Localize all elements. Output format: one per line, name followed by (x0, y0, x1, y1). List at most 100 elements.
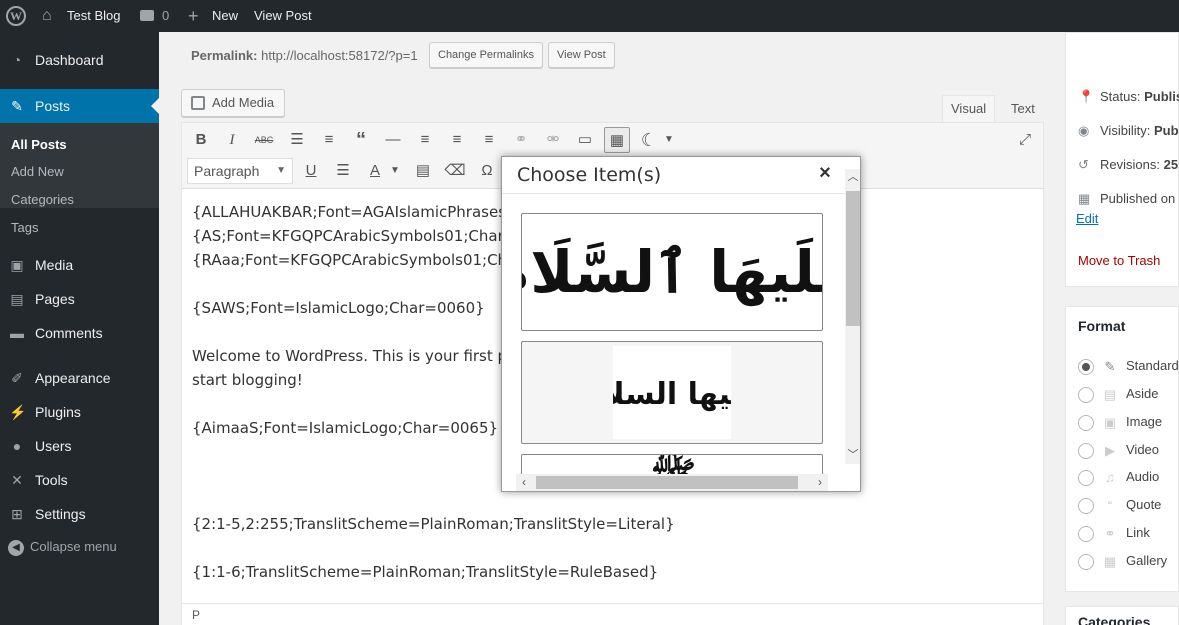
fullscreen-icon[interactable]: ⤢ (1012, 127, 1038, 153)
scroll-right-icon[interactable]: › (812, 474, 828, 491)
sidebar-item-media[interactable]: ▣ Media (0, 248, 159, 282)
special-character-icon[interactable]: Ω (474, 158, 500, 184)
horizontal-scrollbar[interactable]: ‹ › (516, 474, 828, 491)
site-name-link[interactable]: Test Blog (67, 0, 120, 32)
permalink-row: Permalink: http://localhost:58172/?p=1 (191, 46, 418, 66)
status-label: Status: (1100, 89, 1141, 104)
strikethrough-button[interactable]: ABC (251, 127, 277, 153)
read-more-icon[interactable]: ▭ (572, 127, 598, 153)
radio-button[interactable] (1078, 525, 1094, 542)
collapse-arrow-icon: ◀ (8, 539, 24, 556)
format-option-standard[interactable]: ✎ Standard (1078, 357, 1179, 375)
tab-visual[interactable]: Visual (942, 95, 996, 123)
view-post-button[interactable]: View Post (548, 42, 615, 68)
item-option[interactable]: عَلَيهَا ٱلسَّلَامُ (502, 213, 856, 331)
format-option-audio[interactable]: ♫ Audio (1078, 468, 1159, 486)
submenu-add-new[interactable]: Add New (11, 164, 64, 179)
bullet-list-icon[interactable]: ☰ (284, 127, 310, 153)
item-option[interactable]: عليها السلام (521, 341, 823, 444)
sidebar-item-tools[interactable]: ✕ Tools (0, 463, 159, 497)
sidebar-item-appearance[interactable]: ✐ Appearance (0, 361, 159, 395)
change-permalinks-button[interactable]: Change Permalinks (429, 42, 543, 68)
format-option-link[interactable]: ⚭ Link (1078, 524, 1150, 542)
revisions-value: 25 (1163, 157, 1179, 172)
format-option-image[interactable]: ▣ Image (1078, 413, 1162, 431)
format-option-label: Gallery (1126, 553, 1168, 568)
radio-button[interactable] (1078, 469, 1094, 486)
bold-button[interactable]: B (188, 127, 214, 153)
sidebar-item-pages[interactable]: ▤ Pages (0, 282, 159, 316)
edit-date-link[interactable]: Edit (1076, 211, 1098, 226)
content-line[interactable]: {1:1-6;TranslitScheme=PlainRoman;Transli… (192, 563, 1032, 581)
wordpress-logo-icon[interactable]: W (6, 6, 26, 26)
tab-text[interactable]: Text (1002, 95, 1044, 123)
scroll-up-icon[interactable]: ︿ (845, 169, 860, 185)
scrollbar-thumb[interactable] (536, 476, 798, 489)
align-left-icon[interactable]: ≡ (412, 127, 438, 153)
user-icon: ● (12, 438, 22, 454)
settings-icon: ⊞ (11, 506, 23, 522)
sidebar-item-dashboard[interactable]: ◔ Dashboard (0, 43, 159, 77)
chevron-down-icon[interactable]: ▼ (388, 158, 402, 184)
italic-button[interactable]: I (219, 127, 245, 153)
numbered-list-icon[interactable]: ≡ (316, 127, 342, 153)
dashboard-icon: ◔ (12, 52, 22, 68)
align-right-icon[interactable]: ≡ (476, 127, 502, 153)
add-media-button[interactable]: Add Media (181, 89, 285, 117)
justify-icon[interactable]: ☰ (330, 158, 356, 184)
plugin-icon: ⚡ (9, 404, 27, 420)
unlink-icon[interactable]: ⚮ (540, 127, 566, 153)
radio-button[interactable] (1078, 358, 1094, 375)
blockquote-icon[interactable]: “ (348, 127, 374, 153)
link-icon[interactable]: ⚭ (508, 127, 534, 153)
format-option-video[interactable]: ▶ Video (1078, 441, 1159, 459)
permalink-url[interactable]: http://localhost:58172/?p=1 (261, 48, 417, 63)
quote-icon: “ (1107, 497, 1113, 513)
underline-button[interactable]: U (298, 158, 324, 184)
vertical-scrollbar[interactable]: ︿ ﹀ (845, 169, 860, 464)
clear-formatting-icon[interactable]: ⌫ (442, 158, 468, 184)
collapse-menu-button[interactable]: ◀ Collapse menu (8, 539, 117, 556)
radio-button[interactable] (1078, 497, 1094, 514)
horizontal-line-icon[interactable]: — (380, 127, 406, 153)
new-content-link[interactable]: New (212, 0, 238, 32)
text-color-button[interactable]: A (362, 158, 388, 184)
close-icon[interactable]: × (817, 163, 833, 183)
video-icon: ▶ (1105, 442, 1115, 458)
current-arrow (151, 98, 159, 114)
format-option-gallery[interactable]: ▦ Gallery (1078, 552, 1167, 570)
scroll-down-icon[interactable]: ﹀ (845, 447, 860, 463)
plus-icon[interactable]: + (188, 0, 199, 32)
scrollbar-thumb[interactable] (846, 191, 860, 326)
sidebar-item-settings[interactable]: ⊞ Settings (0, 497, 159, 531)
submenu-tags[interactable]: Tags (11, 220, 38, 235)
comment-count[interactable]: 0 (162, 0, 169, 32)
comment-icon[interactable] (140, 10, 154, 21)
view-post-link[interactable]: View Post (254, 0, 312, 32)
format-option-quote[interactable]: “ Quote (1078, 496, 1161, 514)
visibility-row: ◉ Visibility: Pub (1078, 123, 1179, 139)
paragraph-format-select[interactable]: Paragraph ▼ (187, 158, 293, 184)
submenu-all-posts[interactable]: All Posts (11, 137, 67, 152)
sidebar-item-comments[interactable]: ▬ Comments (0, 316, 159, 350)
move-to-trash-link[interactable]: Move to Trash (1078, 253, 1160, 268)
sidebar-item-users[interactable]: ● Users (0, 429, 159, 463)
chevron-down-icon[interactable]: ▼ (662, 127, 676, 153)
radio-button[interactable] (1078, 386, 1094, 403)
home-icon[interactable]: ⌂ (42, 0, 52, 32)
align-center-icon[interactable]: ≡ (444, 127, 470, 153)
submenu-categories[interactable]: Categories (11, 192, 74, 207)
crescent-icon[interactable]: ☾ (636, 127, 662, 153)
radio-button[interactable] (1078, 414, 1094, 431)
format-option-label: Audio (1126, 469, 1160, 484)
format-option-label: Aside (1126, 386, 1159, 401)
content-line[interactable]: {2:1-5,2:255;TranslitScheme=PlainRoman;T… (192, 515, 1032, 533)
toolbar-toggle-icon[interactable]: ▦ (604, 127, 630, 153)
format-option-aside[interactable]: ▤ Aside (1078, 385, 1159, 403)
sidebar-item-plugins[interactable]: ⚡ Plugins (0, 395, 159, 429)
sidebar-item-posts[interactable]: ✎ Posts (0, 89, 159, 123)
radio-button[interactable] (1078, 442, 1094, 459)
radio-button[interactable] (1078, 553, 1094, 570)
paste-text-icon[interactable]: ▤ (410, 158, 436, 184)
scroll-left-icon[interactable]: ‹ (516, 474, 532, 491)
